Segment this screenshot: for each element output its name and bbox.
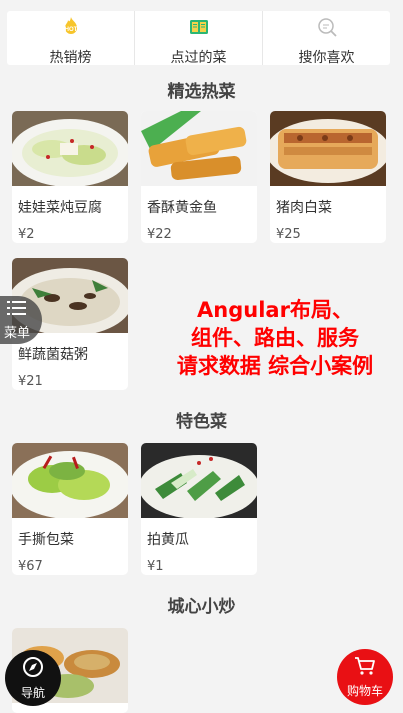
dish-price: ¥1 [147, 559, 164, 574]
cart-icon [354, 656, 376, 680]
nav-hot-list[interactable]: HOT 热销榜 [7, 11, 134, 66]
section-title-specialty: 特色菜 [176, 412, 227, 432]
dish-name: 拍黄瓜 [147, 532, 189, 548]
section-title-stir-fry: 城心小炒 [167, 597, 236, 617]
svg-text:HOT: HOT [64, 27, 77, 33]
book-icon [187, 15, 211, 39]
dish-image [141, 111, 257, 186]
dish-name: 猪肉白菜 [276, 200, 332, 216]
nav-hot-list-label: 热销榜 [49, 50, 92, 66]
cart-button[interactable]: 购物车 [337, 649, 393, 705]
dish-name: 香酥黄金鱼 [147, 200, 217, 216]
search-icon [315, 15, 339, 39]
list-icon [7, 299, 27, 321]
dish-image [270, 111, 386, 186]
dish-card[interactable]: 娃娃菜炖豆腐 ¥2 [12, 111, 128, 243]
dish-card[interactable]: 拍黄瓜 ¥1 [141, 443, 257, 575]
section-title-featured-hot: 精选热菜 [167, 82, 236, 102]
dish-card[interactable]: 手撕包菜 ¥67 [12, 443, 128, 575]
hot-badge-icon: HOT [59, 15, 83, 39]
dish-price: ¥22 [147, 227, 172, 242]
dish-name: 娃娃菜炖豆腐 [18, 200, 102, 216]
promo-line-1: Angular布局、 [197, 298, 353, 322]
dish-name: 鲜蔬菌菇粥 [18, 347, 88, 363]
navigate-button-label: 导航 [20, 685, 45, 700]
dish-card[interactable]: 猪肉白菜 ¥25 [270, 111, 386, 243]
nav-search-favorites[interactable]: 搜你喜欢 [262, 11, 390, 66]
dish-image [12, 443, 128, 518]
dish-price: ¥2 [18, 227, 35, 242]
promo-line-2: 组件、路由、服务 [191, 326, 359, 350]
compass-icon [22, 656, 44, 682]
dish-image [141, 443, 257, 518]
nav-search-favorites-label: 搜你喜欢 [298, 50, 355, 66]
promo-line-3: 请求数据 综合小案例 [176, 354, 374, 378]
nav-ordered-dishes-label: 点过的菜 [170, 50, 227, 66]
top-nav: HOT 热销榜 点过的菜 搜你喜欢 [7, 11, 390, 66]
dish-price: ¥67 [18, 559, 43, 574]
dish-price: ¥21 [18, 374, 43, 389]
cart-button-label: 购物车 [346, 683, 383, 698]
navigate-button[interactable]: 导航 [5, 650, 61, 706]
nav-ordered-dishes[interactable]: 点过的菜 [134, 11, 262, 66]
dish-price: ¥25 [276, 227, 301, 242]
dish-image [12, 111, 128, 186]
menu-button-label: 菜单 [3, 326, 30, 341]
promo-overlay-text: Angular布局、 组件、路由、服务 请求数据 综合小案例 [155, 296, 395, 380]
dish-name: 手撕包菜 [18, 532, 74, 548]
dish-card[interactable]: 香酥黄金鱼 ¥22 [141, 111, 257, 243]
